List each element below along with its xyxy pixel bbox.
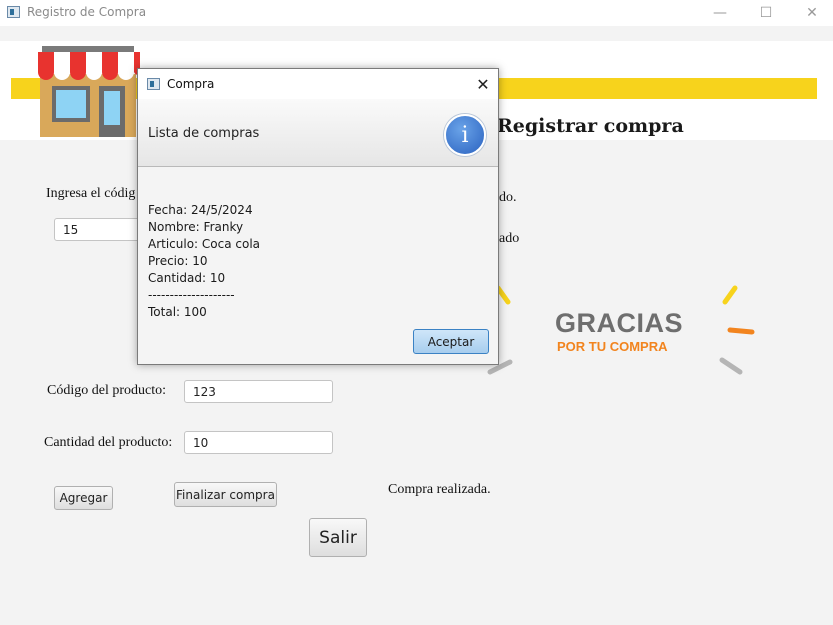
- thank-you-title: GRACIAS: [555, 308, 684, 338]
- summary-article: Articulo: Coca cola: [148, 237, 261, 251]
- finish-purchase-button[interactable]: Finalizar compra: [174, 482, 277, 507]
- exit-button[interactable]: Salir: [309, 518, 367, 557]
- quantity-label: Cantidad del producto:: [44, 435, 173, 450]
- app-icon: [7, 6, 20, 18]
- product-code-field[interactable]: 123: [184, 380, 333, 403]
- code-prompt-tail: do.: [499, 190, 517, 205]
- product-code-label: Código del producto:: [47, 383, 166, 398]
- summary-name: Nombre: Franky: [148, 220, 244, 234]
- dialog-header: Lista de compras i: [138, 99, 498, 167]
- thank-you-banner: GRACIAS POR TU COMPRA: [480, 280, 770, 380]
- window-title-bar: Registro de Compra — ☐ ✕: [0, 0, 833, 26]
- dialog-title: Compra: [167, 77, 215, 91]
- window-title: Registro de Compra: [27, 5, 147, 19]
- quantity-field[interactable]: 10: [184, 431, 333, 454]
- code-input[interactable]: 15: [54, 218, 144, 241]
- summary-price: Precio: 10: [148, 254, 208, 268]
- store-icon: [38, 46, 140, 137]
- add-button[interactable]: Agregar: [54, 486, 113, 510]
- maximize-button[interactable]: ☐: [743, 0, 789, 26]
- dialog-header-text: Lista de compras: [148, 126, 260, 141]
- dialog-close-button[interactable]: ✕: [471, 72, 495, 96]
- close-window-button[interactable]: ✕: [789, 0, 833, 26]
- summary-total: Total: 100: [148, 305, 207, 319]
- purchase-summary: Fecha: 24/5/2024 Nombre: Franky Articulo…: [148, 202, 260, 321]
- code-prompt-label: Ingresa el códig: [46, 186, 136, 201]
- thank-you-subtitle: POR TU COMPRA: [557, 339, 668, 354]
- dialog-app-icon: [147, 78, 160, 90]
- accept-button[interactable]: Aceptar: [413, 329, 489, 354]
- quantity-prompt-tail: ado: [499, 231, 520, 246]
- dialog-title-bar: Compra ✕: [138, 69, 498, 99]
- minimize-button[interactable]: —: [697, 0, 743, 26]
- summary-quantity: Cantidad: 10: [148, 271, 226, 285]
- info-icon: i: [444, 114, 486, 156]
- page-title: Registrar compra: [497, 115, 684, 137]
- status-text: Compra realizada.: [388, 482, 491, 497]
- summary-separator: --------------------: [148, 288, 235, 302]
- summary-date: Fecha: 24/5/2024: [148, 203, 253, 217]
- purchase-dialog: Compra ✕ Lista de compras i Fecha: 24/5/…: [137, 68, 499, 365]
